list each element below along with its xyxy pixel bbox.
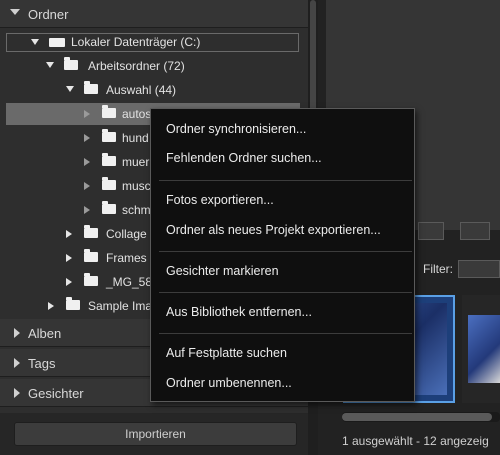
collapse-arrow-icon[interactable] — [66, 230, 72, 238]
face-view-button[interactable] — [460, 222, 490, 240]
folder-icon — [102, 129, 116, 142]
tree-item-autos-label: autos — [122, 107, 152, 121]
menu-item-sync-folder[interactable]: Ordner synchronisieren... — [151, 118, 414, 140]
section-ordner[interactable]: Ordner — [0, 0, 308, 28]
section-alben-label: Alben — [28, 326, 62, 341]
menu-item-rename-folder[interactable]: Ordner umbenennen... — [151, 372, 414, 394]
tree-item-drive-label: Lokaler Datenträger (C:) — [71, 35, 201, 49]
collapse-arrow-icon[interactable] — [48, 302, 54, 310]
tree-item-mg58-label: _MG_58 — [106, 275, 153, 289]
tree-item-schm-label: schm — [122, 203, 151, 217]
tree-item-frames-label: Frames — [106, 251, 147, 265]
tree-item-hund-label: hund — [122, 131, 149, 145]
collapse-arrow-icon — [14, 358, 20, 368]
collapse-arrow-icon[interactable] — [84, 110, 90, 118]
tree-item-muer-label: muer — [122, 155, 150, 169]
grid-view-button[interactable] — [418, 222, 444, 240]
folder-icon — [102, 105, 116, 118]
menu-separator — [159, 333, 412, 334]
folder-icon — [102, 153, 116, 166]
menu-item-show-on-disk[interactable]: Auf Festplatte suchen — [151, 342, 414, 364]
flag-filter-button[interactable] — [458, 260, 500, 278]
collapse-arrow-icon[interactable] — [66, 254, 72, 262]
collapse-arrow-icon — [14, 388, 20, 398]
folder-icon — [64, 57, 78, 70]
thumbnails-scrollbar[interactable] — [342, 412, 500, 422]
tree-item-arbeitsordner-label: Arbeitsordner (72) — [88, 59, 185, 73]
collapse-arrow-icon[interactable] — [84, 158, 90, 166]
tree-item-auswahl[interactable]: Auswahl (44) — [0, 79, 300, 101]
menu-item-export-as-project[interactable]: Ordner als neues Projekt exportieren... — [151, 219, 414, 241]
menu-separator — [159, 180, 412, 181]
expand-arrow-icon[interactable] — [66, 86, 74, 92]
menu-item-find-missing-folder[interactable]: Fehlenden Ordner suchen... — [151, 147, 414, 169]
collapse-arrow-icon[interactable] — [84, 182, 90, 190]
menu-separator — [159, 251, 412, 252]
section-ordner-label: Ordner — [28, 7, 69, 22]
photo-thumbnail[interactable] — [462, 295, 500, 403]
drive-icon — [49, 38, 65, 47]
collapse-arrow-icon[interactable] — [66, 278, 72, 286]
folder-icon — [84, 249, 98, 262]
menu-item-remove-from-library[interactable]: Aus Bibliothek entfernen... — [151, 301, 414, 323]
tree-item-arbeitsordner[interactable]: Arbeitsordner (72) — [0, 55, 300, 77]
tree-item-sample-label: Sample Ima — [88, 299, 153, 313]
folder-icon — [84, 273, 98, 286]
folder-icon — [84, 225, 98, 238]
import-button[interactable]: Importieren — [14, 422, 297, 446]
menu-item-export-photos[interactable]: Fotos exportieren... — [151, 189, 414, 211]
section-tags-label: Tags — [28, 356, 56, 371]
expand-arrow-icon — [10, 9, 20, 15]
folder-icon — [102, 177, 116, 190]
collapse-arrow-icon[interactable] — [84, 206, 90, 214]
expand-arrow-icon[interactable] — [46, 62, 54, 68]
folder-icon — [102, 201, 116, 214]
status-text: 1 ausgewählt - 12 angezeig — [342, 434, 489, 448]
collapse-arrow-icon[interactable] — [84, 134, 90, 142]
expand-arrow-icon[interactable] — [31, 39, 39, 45]
context-menu: Ordner synchronisieren... Fehlenden Ordn… — [150, 108, 415, 402]
folder-icon — [84, 81, 98, 94]
folder-icon — [66, 297, 80, 310]
scrollbar-thumb[interactable] — [342, 413, 492, 421]
section-gesichter-label: Gesichter — [28, 386, 84, 401]
collapse-arrow-icon — [14, 328, 20, 338]
menu-separator — [159, 292, 412, 293]
filter-label: Filter: — [423, 262, 453, 276]
tree-item-auswahl-label: Auswahl (44) — [106, 83, 177, 97]
tree-item-collage-label: Collage — [106, 227, 147, 241]
menu-item-mark-faces[interactable]: Gesichter markieren — [151, 260, 414, 282]
tree-item-drive[interactable]: Lokaler Datenträger (C:) — [6, 33, 299, 52]
